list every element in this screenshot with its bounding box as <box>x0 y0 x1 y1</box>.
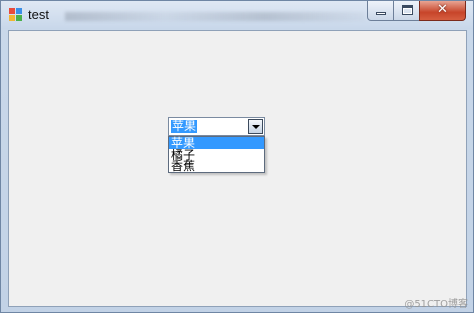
blurred-background <box>65 12 365 21</box>
dropdown-arrow-icon[interactable] <box>248 119 263 134</box>
close-icon: ✕ <box>437 2 448 17</box>
maximize-button[interactable] <box>393 1 420 21</box>
title-bar[interactable]: test ✕ <box>1 1 473 29</box>
minimize-icon <box>376 12 386 15</box>
close-button[interactable]: ✕ <box>419 1 466 21</box>
maximize-icon <box>402 5 413 15</box>
combobox-selected-text[interactable]: 苹果 <box>171 120 198 133</box>
window-title: test <box>28 7 49 22</box>
app-icon <box>9 8 22 21</box>
minimize-button[interactable] <box>367 1 394 21</box>
combobox-dropdown-list: 苹果 橘子 香蕉 <box>168 136 265 173</box>
fruit-combobox[interactable]: 苹果 <box>168 117 265 136</box>
watermark: @51CTO博客 <box>404 299 468 310</box>
list-item[interactable]: 香蕉 <box>169 160 264 172</box>
